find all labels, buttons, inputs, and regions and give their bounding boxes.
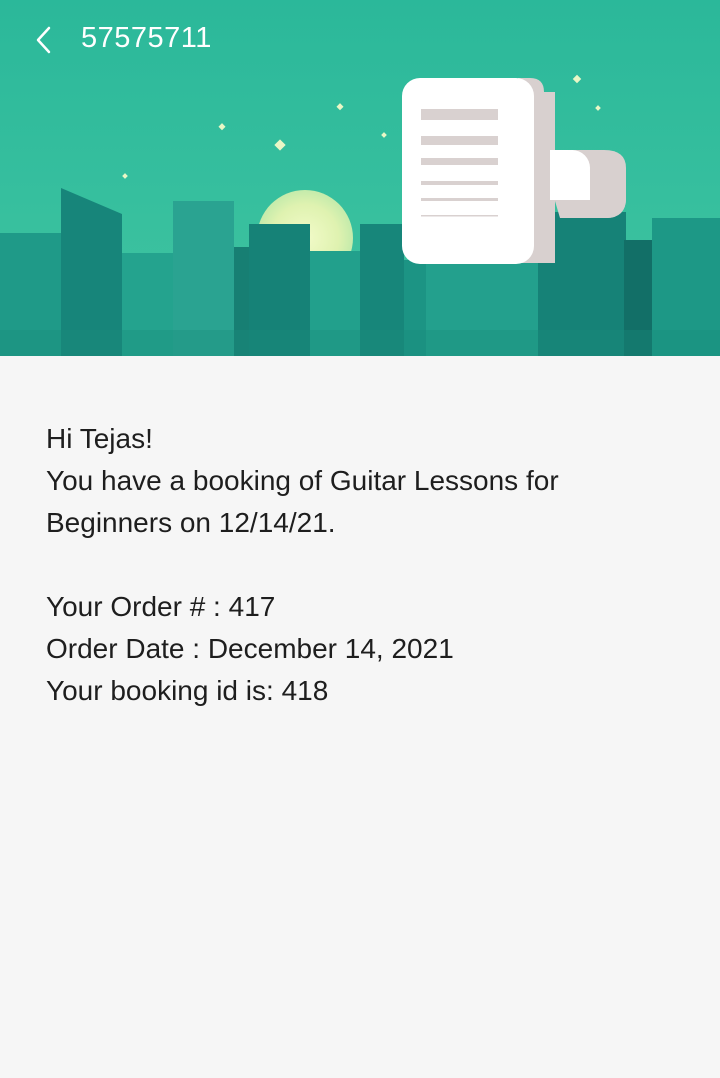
booking-text-line-1: You have a booking of Guitar Lessons for (46, 465, 559, 496)
booking-text-line-2: Beginners on 12/14/21. (46, 507, 336, 538)
page-title: 57575711 (81, 22, 212, 54)
greeting-text: Hi Tejas! (46, 423, 153, 454)
message-body: Hi Tejas! You have a booking of Guitar L… (46, 418, 686, 712)
order-date-text: Order Date : December 14, 2021 (46, 633, 454, 664)
chevron-left-icon (36, 26, 51, 54)
header-banner: 57575711 (0, 0, 720, 356)
back-button[interactable] (26, 22, 62, 58)
top-bar: 57575711 (0, 0, 720, 82)
order-number-text: Your Order # : 417 (46, 591, 276, 622)
booking-id-text: Your booking id is: 418 (46, 675, 329, 706)
